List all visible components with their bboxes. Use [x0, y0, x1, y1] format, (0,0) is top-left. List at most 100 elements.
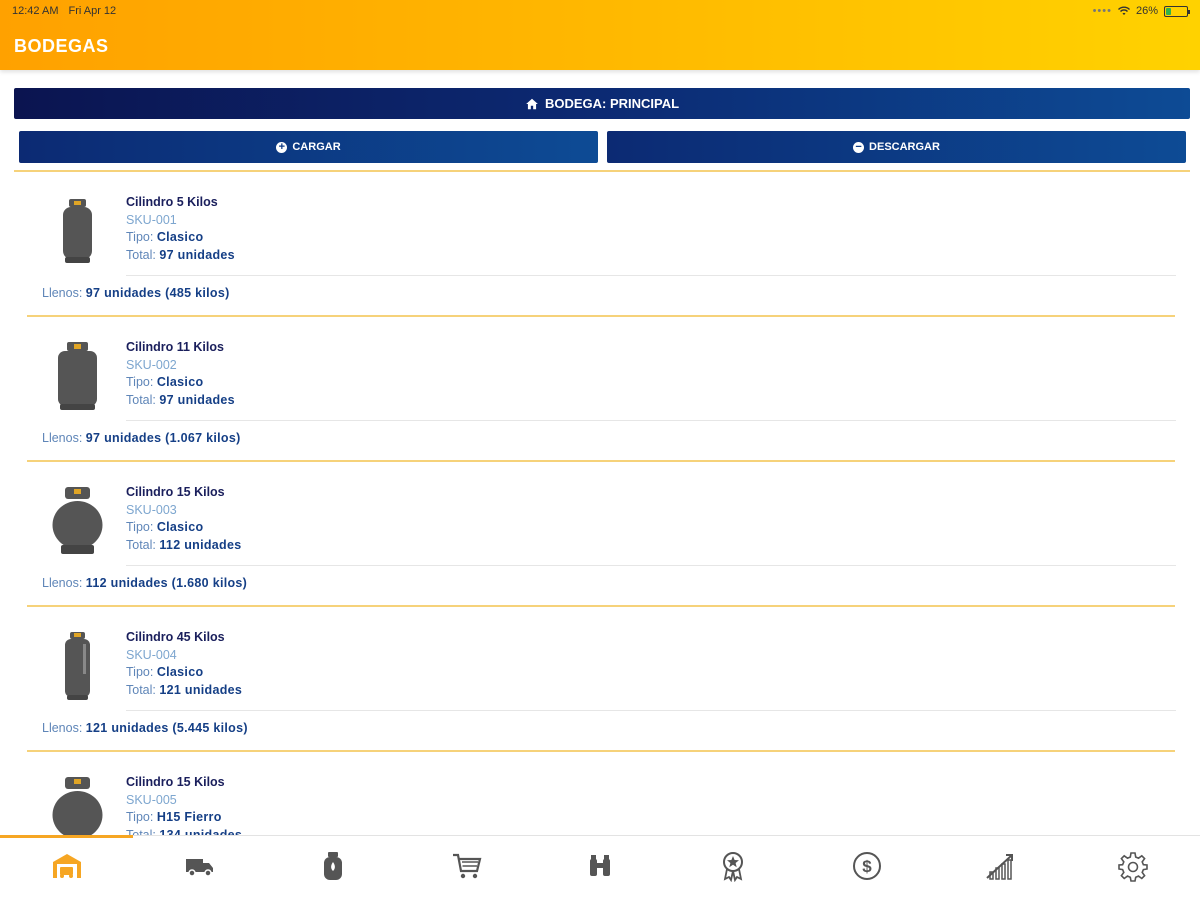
item-type-row: Tipo: Clasico: [126, 664, 242, 682]
tab-bar: $: [0, 835, 1200, 900]
cylinder-small-icon: [50, 197, 105, 267]
item-inner-divider: [126, 275, 1176, 276]
item-llenos-label: Llenos:: [42, 576, 83, 590]
warehouse-icon: [51, 850, 83, 887]
item-llenos: 112 unidades (1.680 kilos): [85, 576, 248, 590]
item-sku: SKU-003: [126, 502, 177, 517]
list-item[interactable]: Cilindro 11 Kilos SKU-002 Tipo: Clasico …: [0, 317, 1200, 462]
item-total-row: Total: 112 unidades: [126, 537, 241, 555]
wifi-icon: [1117, 6, 1130, 15]
warehouse-label: BODEGA: PRINCIPAL: [544, 96, 680, 111]
item-total-label: Total:: [126, 827, 156, 836]
item-type-label: Tipo:: [126, 665, 154, 679]
cylinder-round-icon: [50, 487, 105, 557]
list-item[interactable]: Cilindro 5 Kilos SKU-001 Tipo: Clasico T…: [0, 172, 1200, 317]
battery-icon: [1164, 5, 1190, 17]
item-total-label: Total:: [126, 537, 156, 552]
item-sku: SKU-005: [126, 792, 177, 807]
load-button[interactable]: + CARGAR: [19, 131, 598, 163]
list-item[interactable]: Cilindro 45 Kilos SKU-004 Tipo: Clasico …: [0, 607, 1200, 752]
item-llenos-row: Llenos: 112 unidades (1.680 kilos): [42, 576, 247, 590]
item-name: Cilindro 15 Kilos: [126, 775, 225, 789]
item-total-row: Total: 121 unidades: [126, 682, 242, 700]
load-label: CARGAR: [292, 141, 341, 153]
item-llenos-label: Llenos:: [42, 721, 83, 735]
status-bar: 12:42 AM Fri Apr 12 •••• 26%: [0, 0, 1200, 22]
product-list[interactable]: Cilindro 5 Kilos SKU-001 Tipo: Clasico T…: [0, 172, 1200, 835]
money-tab[interactable]: $: [800, 836, 933, 900]
item-name: Cilindro 5 Kilos: [126, 195, 218, 209]
item-type: Clasico: [156, 375, 204, 389]
item-type-label: Tipo:: [126, 520, 154, 534]
truck-tab[interactable]: [133, 836, 266, 900]
svg-text:$: $: [862, 857, 872, 876]
item-llenos-row: Llenos: 97 unidades (1.067 kilos): [42, 431, 241, 445]
item-llenos: 97 unidades (1.067 kilos): [85, 431, 241, 445]
truck-icon: [184, 850, 216, 887]
item-type-label: Tipo:: [126, 810, 154, 824]
binoculars-tab[interactable]: [533, 836, 666, 900]
unload-label: DESCARGAR: [869, 141, 940, 153]
item-name: Cilindro 45 Kilos: [126, 630, 225, 644]
item-sku: SKU-001: [126, 212, 177, 227]
cart-tab[interactable]: [400, 836, 533, 900]
item-inner-divider: [126, 710, 1176, 711]
page-title: BODEGAS: [14, 36, 109, 56]
list-item[interactable]: Cilindro 15 Kilos SKU-003 Tipo: Clasico …: [0, 462, 1200, 607]
item-type: Clasico: [156, 665, 204, 679]
item-total-row: Total: 134 unidades: [126, 827, 242, 836]
unload-button[interactable]: − DESCARGAR: [607, 131, 1186, 163]
item-type-row: Tipo: Clasico: [126, 229, 235, 247]
gas-cylinder-icon: [317, 850, 349, 887]
item-llenos: 97 unidades (485 kilos): [85, 286, 230, 300]
cart-icon: [451, 850, 483, 887]
item-sku: SKU-004: [126, 647, 177, 662]
plus-circle-icon: +: [276, 141, 288, 153]
status-time: 12:42 AM: [12, 5, 59, 17]
item-total: 112 unidades: [159, 537, 242, 552]
item-total: 134 unidades: [159, 827, 243, 836]
item-name: Cilindro 11 Kilos: [126, 340, 224, 354]
item-total: 97 unidades: [159, 247, 235, 262]
item-details: Cilindro 15 Kilos SKU-003 Tipo: Clasico …: [126, 484, 241, 554]
dollar-icon: $: [851, 850, 883, 887]
item-details: Cilindro 45 Kilos SKU-004 Tipo: Clasico …: [126, 629, 242, 699]
item-total-label: Total:: [126, 247, 156, 262]
item-llenos-label: Llenos:: [42, 286, 83, 300]
item-inner-divider: [126, 420, 1176, 421]
item-type: Clasico: [156, 520, 204, 534]
item-total-row: Total: 97 unidades: [126, 392, 235, 410]
award-tab[interactable]: [667, 836, 800, 900]
item-llenos: 121 unidades (5.445 kilos): [85, 721, 248, 735]
item-type-row: Tipo: Clasico: [126, 519, 241, 537]
item-type-row: Tipo: H15 Fierro: [126, 809, 242, 827]
stats-tab[interactable]: [933, 836, 1066, 900]
item-details: Cilindro 5 Kilos SKU-001 Tipo: Clasico T…: [126, 194, 235, 264]
item-llenos-label: Llenos:: [42, 431, 83, 445]
gear-icon: [1117, 850, 1149, 887]
warehouse-tab[interactable]: [0, 835, 134, 900]
action-buttons: + CARGAR − DESCARGAR: [19, 131, 1186, 163]
battery-percent: 26%: [1135, 5, 1158, 17]
item-details: Cilindro 11 Kilos SKU-002 Tipo: Clasico …: [126, 339, 235, 409]
cylinder-tab[interactable]: [267, 836, 400, 900]
home-icon: [526, 98, 538, 109]
item-inner-divider: [126, 565, 1176, 566]
settings-tab[interactable]: [1067, 836, 1200, 900]
item-type: H15 Fierro: [156, 810, 222, 824]
item-type-label: Tipo:: [126, 375, 154, 389]
cylinder-medium-icon: [50, 342, 105, 412]
chart-icon: [984, 850, 1016, 887]
item-total-label: Total:: [126, 392, 156, 407]
item-total-label: Total:: [126, 682, 156, 697]
item-type-row: Tipo: Clasico: [126, 374, 235, 392]
list-item[interactable]: Cilindro 15 Kilos SKU-005 Tipo: H15 Fier…: [0, 752, 1200, 835]
item-type-label: Tipo:: [126, 230, 154, 244]
item-total-row: Total: 97 unidades: [126, 247, 235, 265]
warehouse-selector[interactable]: BODEGA: PRINCIPAL: [14, 88, 1190, 119]
item-total: 97 unidades: [159, 392, 235, 407]
item-total: 121 unidades: [159, 682, 243, 697]
item-sku: SKU-002: [126, 357, 177, 372]
cylinder-round-icon: [50, 777, 105, 835]
item-llenos-row: Llenos: 121 unidades (5.445 kilos): [42, 721, 248, 735]
